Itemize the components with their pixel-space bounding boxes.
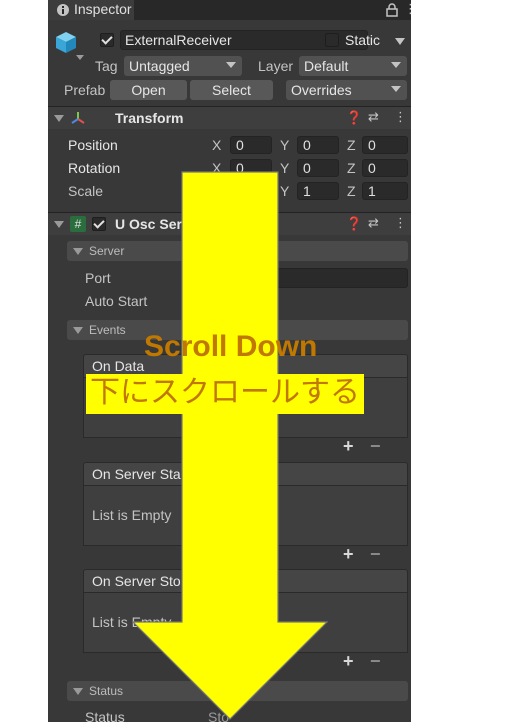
scroll-down-caption-jp: 下にスクロールする bbox=[86, 374, 364, 414]
scroll-down-caption: Scroll Down bbox=[144, 330, 318, 363]
scroll-down-arrow-shape bbox=[131, 171, 329, 720]
